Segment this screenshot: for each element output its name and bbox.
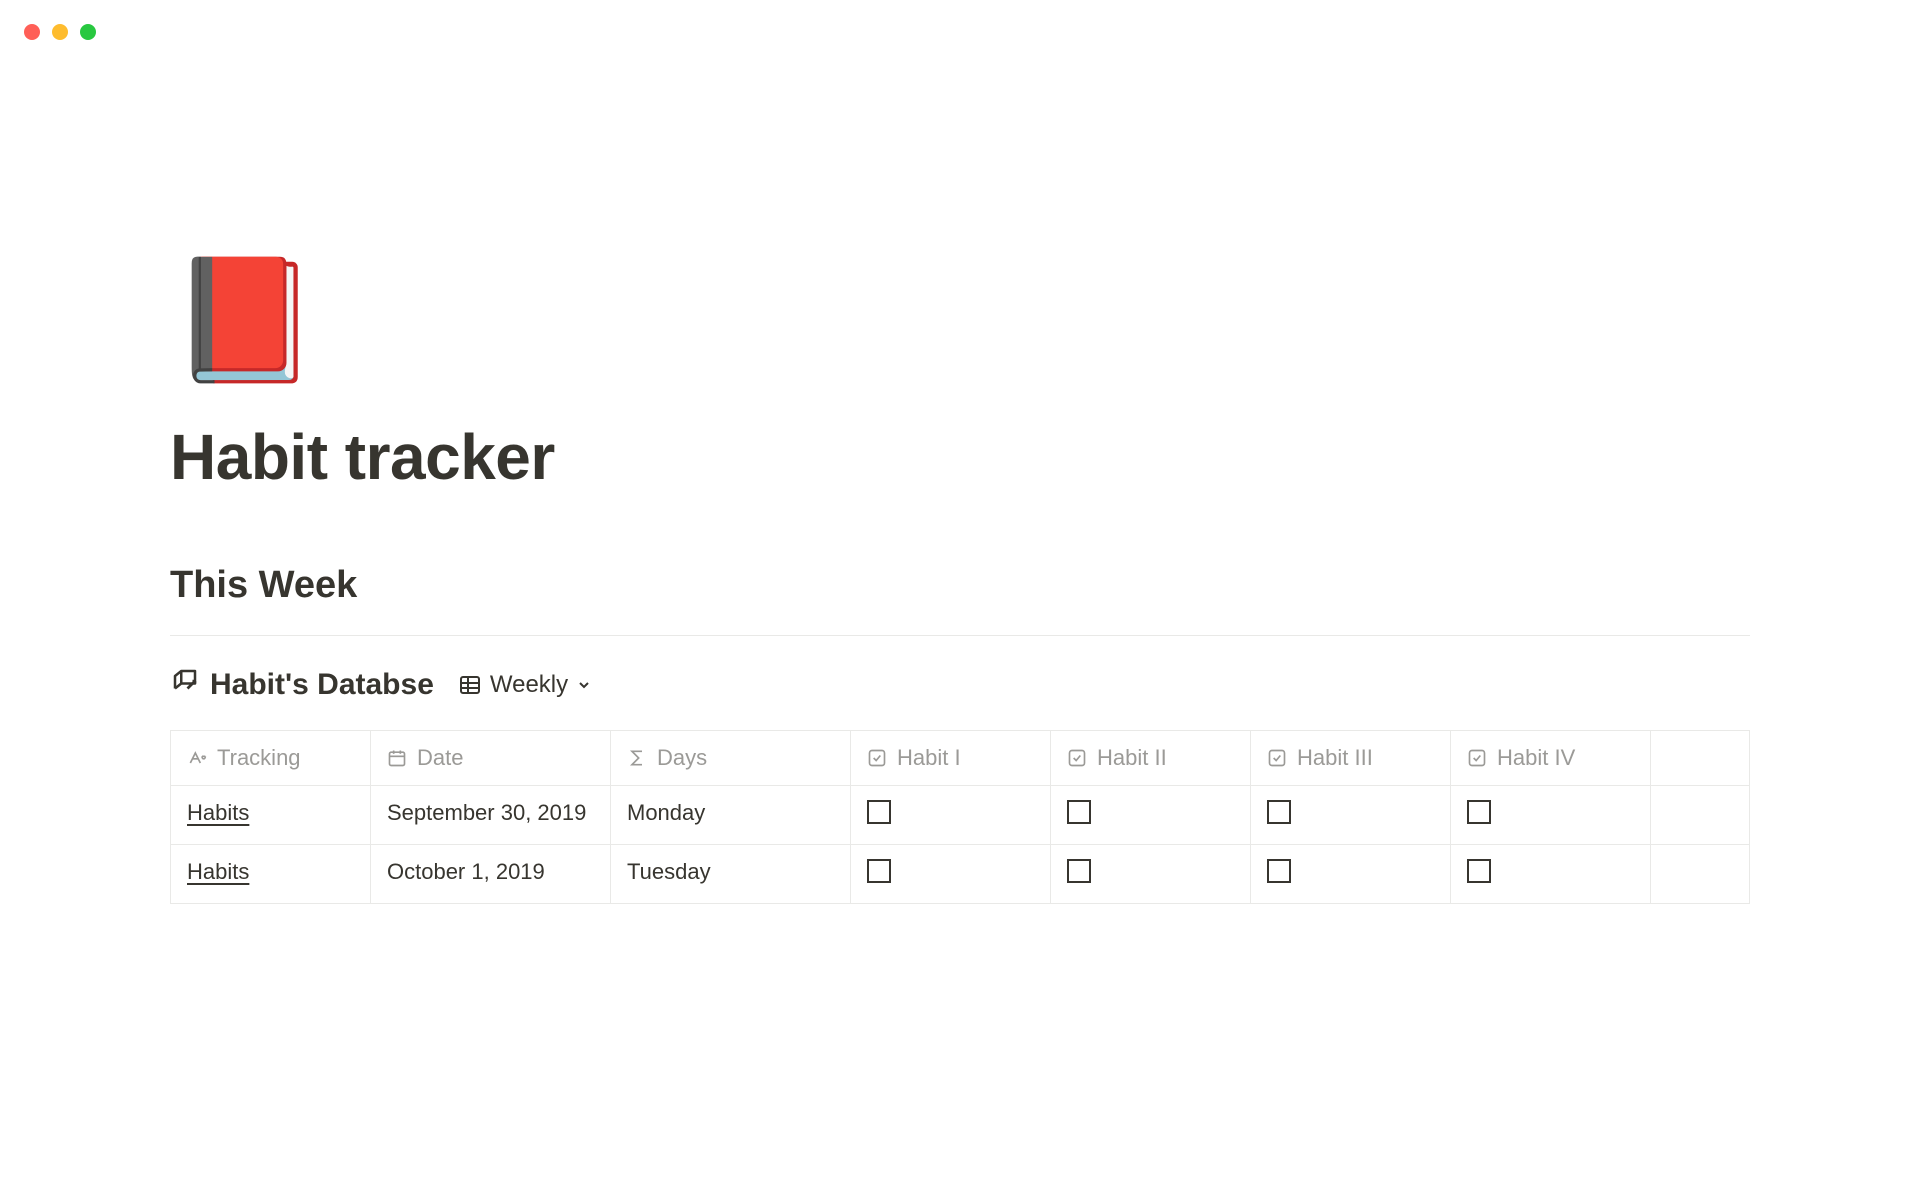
column-label: Habit IV	[1497, 745, 1575, 771]
database-header: Habit's Databse Weekly	[170, 666, 1750, 704]
window-controls	[24, 24, 96, 40]
database-table: Tracking Date	[170, 730, 1750, 904]
column-header-habit-3[interactable]: Habit III	[1251, 731, 1451, 786]
section-heading[interactable]: This Week	[170, 564, 1750, 607]
column-label: Habit III	[1297, 745, 1373, 771]
column-header-habit-4[interactable]: Habit IV	[1451, 731, 1651, 786]
column-header-habit-2[interactable]: Habit II	[1051, 731, 1251, 786]
table-row[interactable]: Habits September 30, 2019 Monday	[171, 786, 1750, 845]
database-title-group[interactable]: Habit's Databse	[170, 666, 434, 704]
title-property-icon	[187, 748, 207, 768]
checkbox-habit-1[interactable]	[867, 859, 891, 883]
column-label: Days	[657, 745, 707, 771]
checkbox-habit-2[interactable]	[1067, 859, 1091, 883]
column-header-add[interactable]	[1651, 731, 1750, 786]
page-title[interactable]: Habit tracker	[170, 420, 1750, 494]
cell-days[interactable]: Tuesday	[611, 845, 851, 904]
formula-property-icon	[627, 748, 647, 768]
column-label: Habit I	[897, 745, 961, 771]
column-label: Date	[417, 745, 463, 771]
row-title-link[interactable]: Habits	[187, 859, 249, 884]
view-selector[interactable]: Weekly	[458, 671, 592, 699]
view-label: Weekly	[490, 671, 568, 699]
window-close-button[interactable]	[24, 24, 40, 40]
checkbox-habit-2[interactable]	[1067, 800, 1091, 824]
checkbox-property-icon	[1267, 748, 1287, 768]
column-label: Habit II	[1097, 745, 1167, 771]
column-header-tracking[interactable]: Tracking	[171, 731, 371, 786]
table-header-row: Tracking Date	[171, 731, 1750, 786]
checkbox-property-icon	[867, 748, 887, 768]
window-minimize-button[interactable]	[52, 24, 68, 40]
cell-days[interactable]: Monday	[611, 786, 851, 845]
checkbox-property-icon	[1467, 748, 1487, 768]
database-link-icon	[170, 666, 200, 704]
checkbox-habit-3[interactable]	[1267, 800, 1291, 824]
page-icon[interactable]: 📕	[170, 260, 1750, 380]
section-divider	[170, 635, 1750, 636]
table-view-icon	[458, 673, 482, 697]
chevron-down-icon	[576, 677, 592, 693]
checkbox-habit-4[interactable]	[1467, 859, 1491, 883]
column-header-habit-1[interactable]: Habit I	[851, 731, 1051, 786]
checkbox-habit-1[interactable]	[867, 800, 891, 824]
window-maximize-button[interactable]	[80, 24, 96, 40]
cell-date[interactable]: September 30, 2019	[371, 786, 611, 845]
column-label: Tracking	[217, 745, 301, 771]
checkbox-habit-4[interactable]	[1467, 800, 1491, 824]
database-title: Habit's Databse	[210, 668, 434, 702]
row-title-link[interactable]: Habits	[187, 800, 249, 825]
page-content: 📕 Habit tracker This Week Habit's Databs…	[0, 0, 1920, 904]
column-header-days[interactable]: Days	[611, 731, 851, 786]
date-property-icon	[387, 748, 407, 768]
table-row[interactable]: Habits October 1, 2019 Tuesday	[171, 845, 1750, 904]
checkbox-habit-3[interactable]	[1267, 859, 1291, 883]
column-header-date[interactable]: Date	[371, 731, 611, 786]
cell-date[interactable]: October 1, 2019	[371, 845, 611, 904]
checkbox-property-icon	[1067, 748, 1087, 768]
